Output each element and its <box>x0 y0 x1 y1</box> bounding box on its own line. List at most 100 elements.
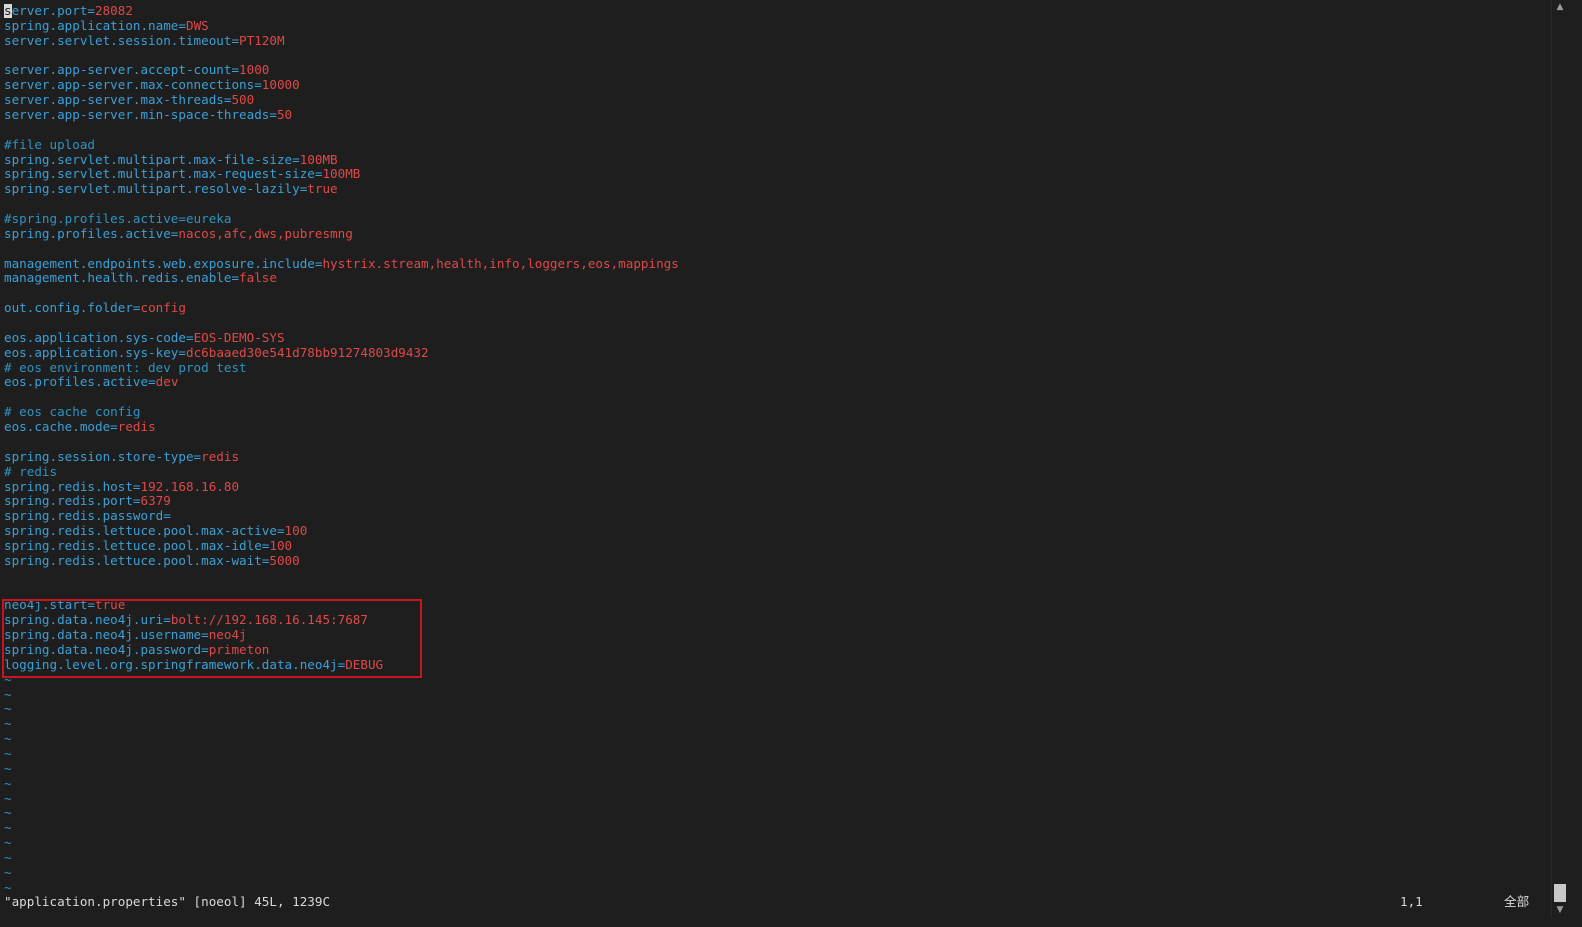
property-value: bolt://192.168.16.145:7687 <box>170 612 368 628</box>
code-line[interactable] <box>4 584 1544 599</box>
code-line[interactable]: server.app-server.max-connections=10000 <box>4 77 1544 93</box>
code-line[interactable]: eos.application.sys-key=dc6baaed30e541d7… <box>4 344 1544 361</box>
code-line[interactable]: spring.application.name=DWS <box>4 17 1544 34</box>
code-line[interactable]: eos.profiles.active=dev <box>4 375 1544 390</box>
property-key: neo4j.start= <box>4 597 95 613</box>
scroll-down-arrow-icon[interactable]: ▼ <box>1552 903 1568 917</box>
code-line[interactable]: spring.servlet.multipart.resolve-lazily=… <box>4 181 1544 197</box>
tilde-marker: ~ <box>4 805 12 821</box>
code-line[interactable]: spring.profiles.active=nacos,afc,dws,pub… <box>4 225 1544 242</box>
empty-buffer-tilde-line[interactable]: ~ <box>4 775 1544 792</box>
property-value: EOS-DEMO-SYS <box>193 329 285 345</box>
code-line[interactable]: spring.redis.password= <box>4 508 1544 524</box>
code-line[interactable] <box>4 435 1544 450</box>
empty-buffer-tilde-line[interactable]: ~ <box>4 791 1544 807</box>
code-line[interactable]: spring.session.store-type=redis <box>4 448 1544 465</box>
code-line[interactable]: management.endpoints.web.exposure.includ… <box>4 256 1544 272</box>
property-value: redis <box>201 448 240 464</box>
terminal-window: server.port=28082 spring.application.name… <box>0 0 1582 927</box>
vertical-scrollbar[interactable]: ▲ ▼ <box>1551 0 1568 917</box>
tilde-marker: ~ <box>4 701 12 717</box>
code-line[interactable] <box>4 242 1544 257</box>
code-line[interactable] <box>4 286 1544 301</box>
property-value: primeton <box>208 641 270 657</box>
empty-buffer-tilde-line[interactable]: ~ <box>4 745 1544 762</box>
property-key: eos.cache.mode= <box>4 419 118 435</box>
code-line[interactable]: server.app-server.accept-count=1000 <box>4 63 1544 78</box>
code-line[interactable]: server.app-server.min-space-threads=50 <box>4 107 1544 123</box>
code-line[interactable] <box>4 390 1544 405</box>
property-key: spring.redis.lettuce.pool.max-idle= <box>4 537 270 553</box>
code-line[interactable] <box>4 123 1544 138</box>
property-value: config <box>140 300 186 316</box>
empty-buffer-tilde-line[interactable]: ~ <box>4 835 1544 851</box>
property-value: nacos,afc,dws,pubresmng <box>178 225 353 241</box>
empty-buffer-tilde-line[interactable]: ~ <box>4 850 1544 866</box>
property-key: management.health.redis.enable= <box>4 270 240 286</box>
code-line[interactable]: # eos cache config <box>4 404 1544 420</box>
tilde-marker: ~ <box>4 775 12 791</box>
code-line[interactable]: spring.servlet.multipart.max-request-siz… <box>4 167 1544 182</box>
empty-buffer-tilde-line[interactable]: ~ <box>4 701 1544 717</box>
code-line[interactable]: server.servlet.session.timeout=PT120M <box>4 33 1544 49</box>
code-line[interactable]: neo4j.start=true <box>4 597 1544 613</box>
comment-text: # redis <box>4 463 58 479</box>
empty-buffer-tilde-line[interactable]: ~ <box>4 686 1544 703</box>
code-line[interactable]: out.config.folder=config <box>4 300 1544 316</box>
property-value: false <box>239 270 277 286</box>
code-line[interactable]: spring.redis.lettuce.pool.max-idle=100 <box>4 537 1544 554</box>
empty-buffer-tilde-line[interactable]: ~ <box>4 731 1544 747</box>
empty-buffer-tilde-line[interactable]: ~ <box>4 760 1544 777</box>
code-line[interactable]: #spring.profiles.active=eureka <box>4 211 1544 227</box>
tilde-marker: ~ <box>4 820 12 836</box>
code-line[interactable] <box>4 197 1544 212</box>
empty-buffer-tilde-line[interactable]: ~ <box>4 865 1544 881</box>
code-line[interactable]: spring.data.neo4j.password=primeton <box>4 641 1544 658</box>
code-line[interactable]: spring.data.neo4j.uri=bolt://192.168.16.… <box>4 612 1544 628</box>
tilde-marker: ~ <box>4 686 12 702</box>
comment-text: #file upload <box>4 136 95 152</box>
code-line[interactable]: spring.redis.lettuce.pool.max-wait=5000 <box>4 552 1544 569</box>
property-value: true <box>95 597 126 613</box>
code-line[interactable]: eos.application.sys-code=EOS-DEMO-SYS <box>4 329 1544 346</box>
property-value: 5000 <box>269 552 300 568</box>
property-key: spring.data.neo4j.uri= <box>4 612 171 628</box>
code-line[interactable]: spring.servlet.multipart.max-file-size=1… <box>4 152 1544 168</box>
comment-text: # eos environment: dev prod test <box>4 359 247 375</box>
empty-buffer-tilde-line[interactable]: ~ <box>4 880 1544 893</box>
code-line[interactable]: eos.cache.mode=redis <box>4 419 1544 435</box>
property-value: DWS <box>185 17 209 33</box>
code-line[interactable]: management.health.redis.enable=false <box>4 271 1544 286</box>
code-line[interactable] <box>4 316 1544 331</box>
tilde-marker: ~ <box>4 671 12 687</box>
tilde-marker: ~ <box>4 760 12 776</box>
code-line[interactable]: spring.data.neo4j.username=neo4j <box>4 627 1544 643</box>
code-line[interactable]: # eos environment: dev prod test <box>4 359 1544 376</box>
code-line[interactable]: spring.redis.host=192.168.16.80 <box>4 478 1544 495</box>
code-line[interactable] <box>4 569 1544 584</box>
property-key: spring.redis.host= <box>4 478 141 494</box>
tilde-marker: ~ <box>4 745 12 761</box>
code-line[interactable]: server.app-server.max-threads=500 <box>4 92 1544 108</box>
property-value: dc6baaed30e541d78bb91274803d9432 <box>185 344 429 360</box>
code-line[interactable]: spring.redis.lettuce.pool.max-active=100 <box>4 523 1544 539</box>
property-key: erver.port= <box>11 4 95 18</box>
scroll-thumb[interactable] <box>1554 884 1566 902</box>
empty-buffer-tilde-line[interactable]: ~ <box>4 671 1544 688</box>
code-line[interactable]: # redis <box>4 463 1544 480</box>
code-line[interactable]: server.port=28082 <box>4 4 1544 19</box>
code-line[interactable]: logging.level.org.springframework.data.n… <box>4 657 1544 673</box>
property-value: true <box>307 181 338 197</box>
empty-buffer-tilde-line[interactable]: ~ <box>4 805 1544 821</box>
tilde-marker: ~ <box>4 731 12 747</box>
scroll-up-arrow-icon[interactable]: ▲ <box>1552 0 1568 14</box>
code-line[interactable] <box>4 49 1544 64</box>
empty-buffer-tilde-line[interactable]: ~ <box>4 820 1544 836</box>
code-line[interactable]: #file upload <box>4 136 1544 153</box>
code-line[interactable]: spring.redis.port=6379 <box>4 493 1544 509</box>
property-key: spring.servlet.multipart.max-request-siz… <box>4 166 323 182</box>
tilde-marker: ~ <box>4 716 12 732</box>
empty-buffer-tilde-line[interactable]: ~ <box>4 716 1544 732</box>
property-value: 28082 <box>95 4 133 18</box>
vim-editor-buffer[interactable]: server.port=28082 spring.application.name… <box>4 4 1544 893</box>
